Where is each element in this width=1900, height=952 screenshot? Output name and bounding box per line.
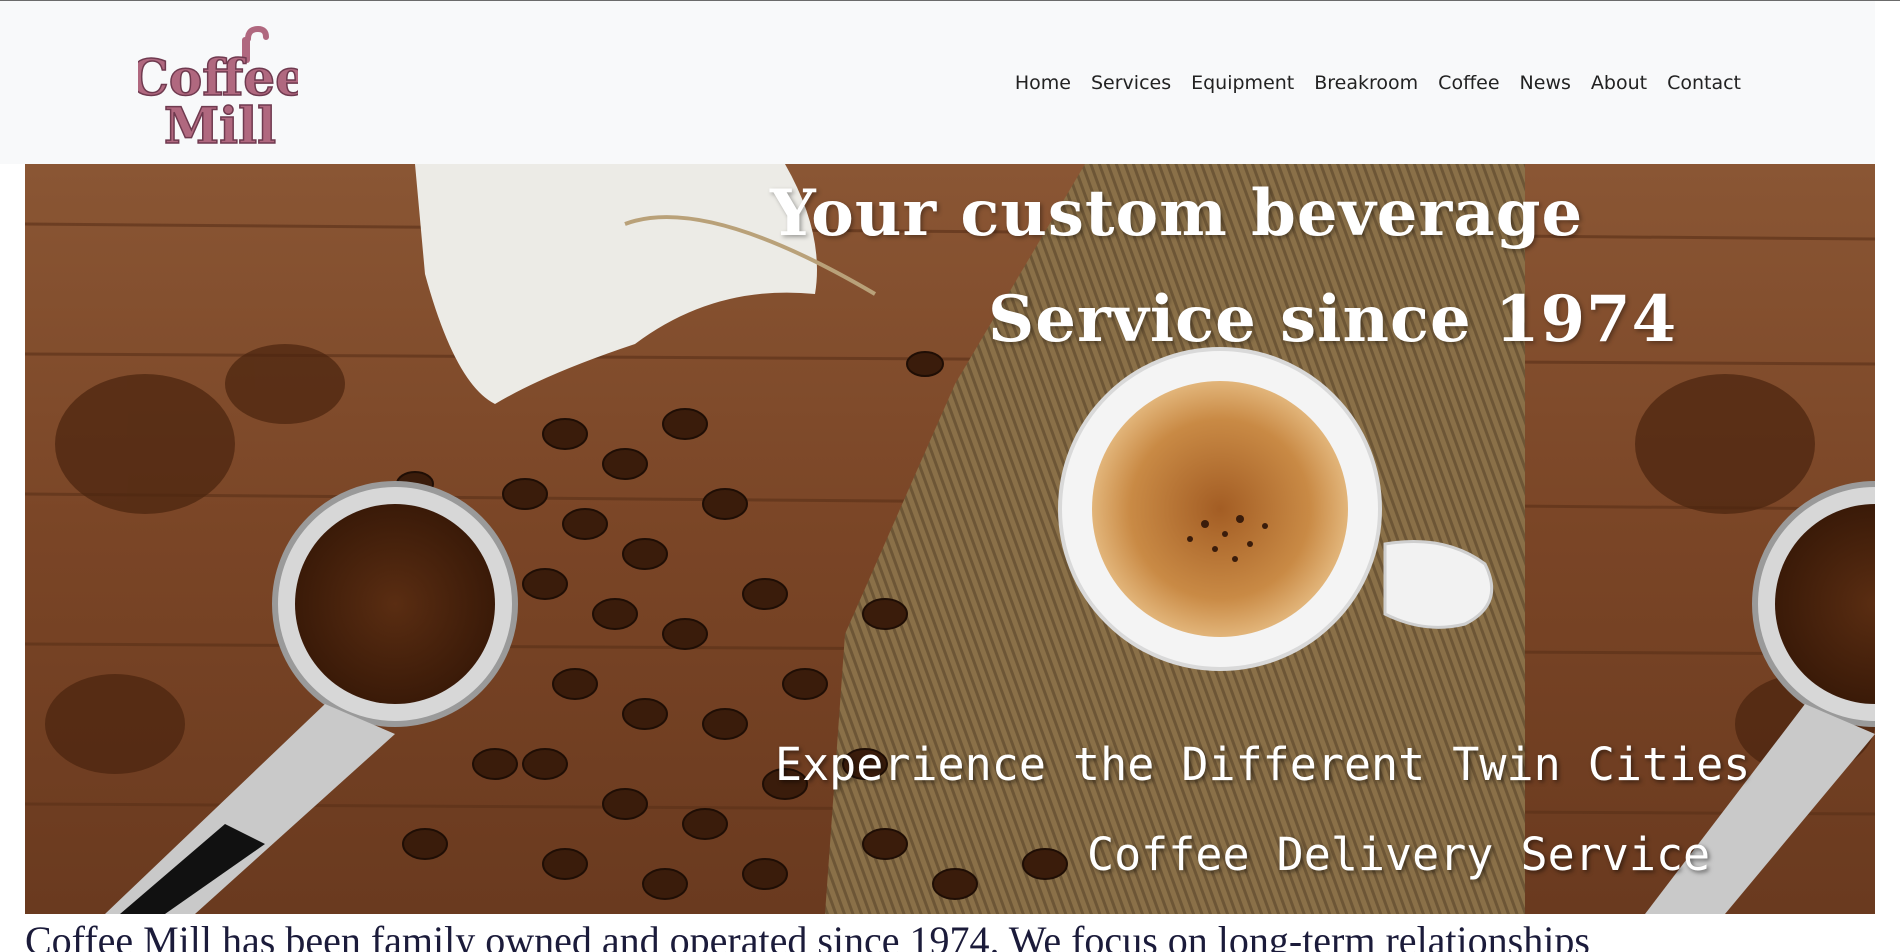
nav-about[interactable]: About <box>1581 69 1657 97</box>
hero-coffee-image <box>25 164 1875 914</box>
nav-news[interactable]: News <box>1510 69 1581 97</box>
coffee-mill-logo[interactable]: Coffee Mill <box>138 17 298 149</box>
nav-coffee[interactable]: Coffee <box>1428 69 1509 97</box>
nav-breakroom[interactable]: Breakroom <box>1304 69 1428 97</box>
hero-banner: Your custom beverage Service since 1974 … <box>25 164 1875 914</box>
nav-equipment[interactable]: Equipment <box>1181 69 1304 97</box>
main-nav: Home Services Equipment Breakroom Coffee… <box>1005 69 1751 97</box>
logo-graphic: Coffee Mill <box>138 25 298 149</box>
svg-text:Mill: Mill <box>164 96 276 149</box>
intro-paragraph: Coffee Mill has been family owned and op… <box>25 918 1590 952</box>
nav-services[interactable]: Services <box>1081 69 1181 97</box>
nav-contact[interactable]: Contact <box>1657 69 1751 97</box>
nav-home[interactable]: Home <box>1005 69 1081 97</box>
right-gutter <box>1875 164 1900 952</box>
navbar: Coffee Mill Home Services Equipment Brea… <box>0 1 1875 164</box>
